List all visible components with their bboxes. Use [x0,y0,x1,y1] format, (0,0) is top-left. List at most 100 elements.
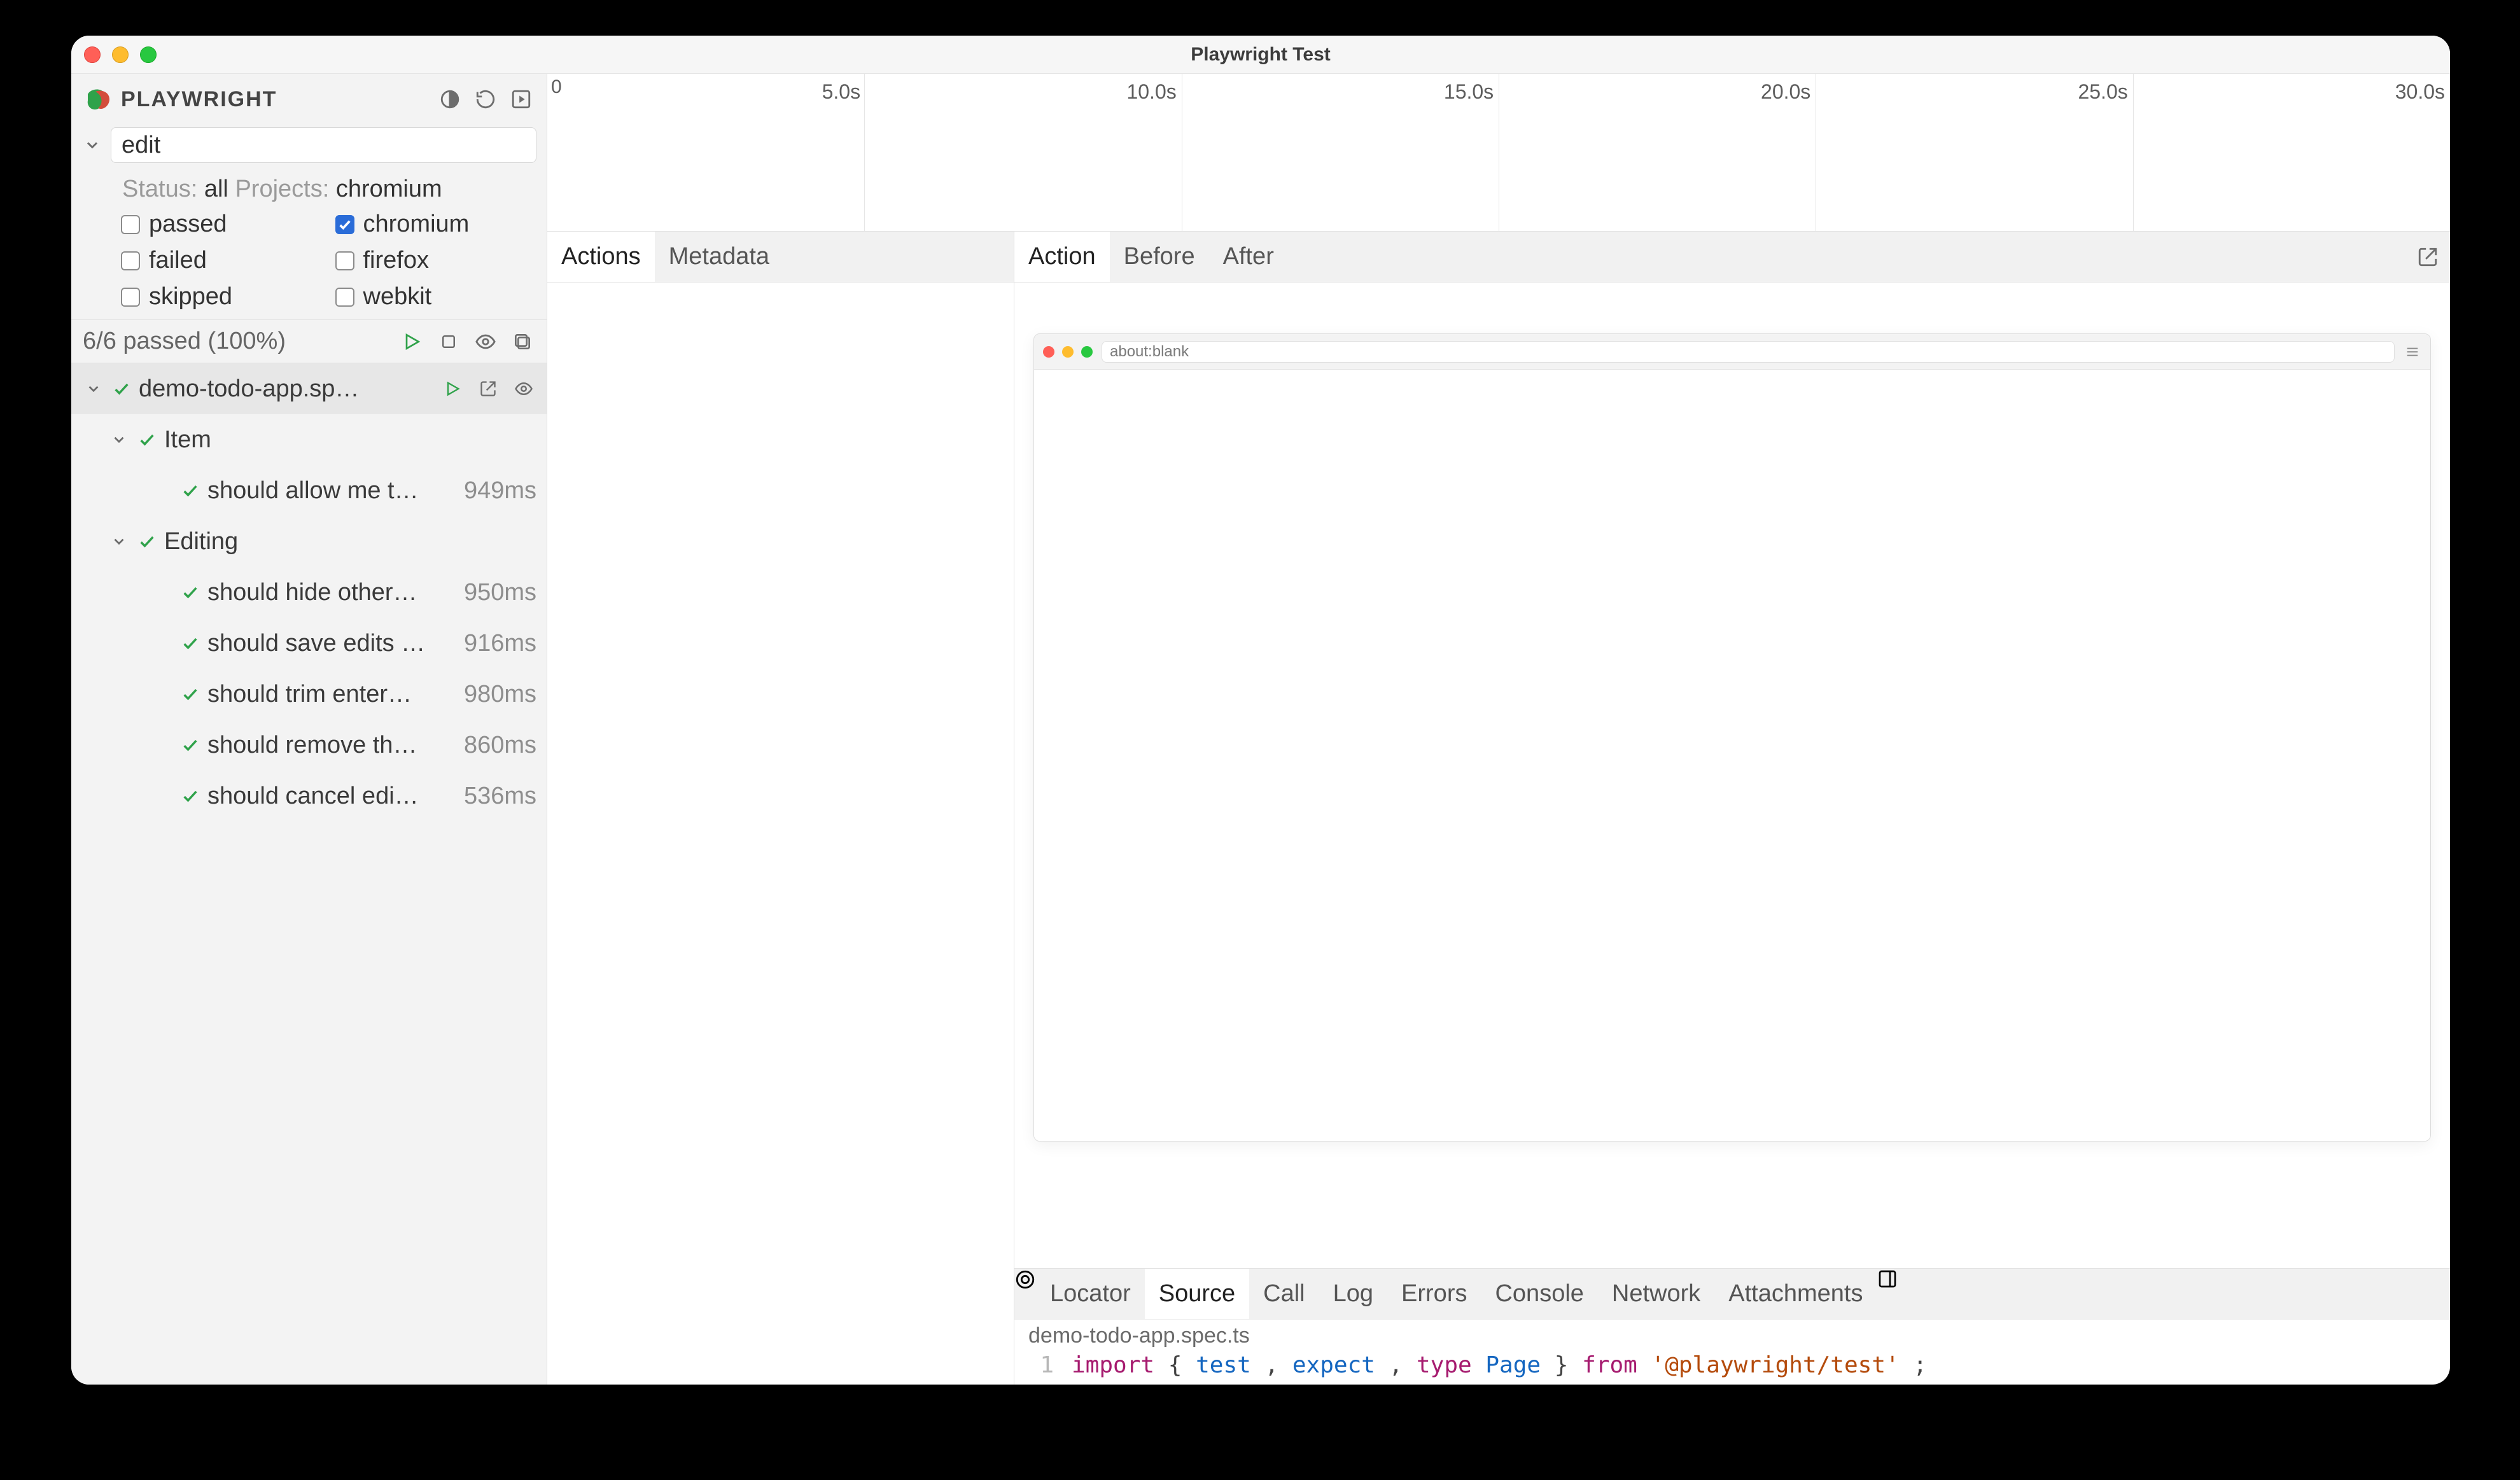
checkbox-icon [335,215,354,234]
run-all-icon[interactable] [399,329,424,354]
maximize-window-button[interactable] [140,46,157,63]
open-file-icon[interactable] [475,376,501,401]
status-pass-icon [181,634,200,653]
filter-skipped[interactable]: skipped [121,283,320,311]
projects-value[interactable]: chromium [336,176,442,202]
timeline[interactable]: 0 5.0s 10.0s 15.0s 20.0s 25.0s 30.0s [547,74,2450,232]
timeline-tick-label: 25.0s [2078,80,2127,104]
filter-chromium[interactable]: chromium [335,211,535,238]
checkbox-icon [335,288,354,307]
filter-webkit[interactable]: webkit [335,283,535,311]
projects-label: Projects: [235,176,329,202]
collapse-all-icon[interactable] [510,329,535,354]
watch-file-icon[interactable] [511,376,536,401]
tree-test-row[interactable]: should cancel edi… 536ms [71,771,547,821]
tree-test-time: 950ms [464,579,536,606]
tree-test-row[interactable]: should remove th… 860ms [71,720,547,771]
tree-test-row[interactable]: should trim enter… 980ms [71,669,547,720]
filter-passed[interactable]: passed [121,211,320,238]
tab-network[interactable]: Network [1598,1269,1714,1319]
tab-attachments[interactable]: Attachments [1714,1269,1877,1319]
browser-traffic-icon [1043,346,1093,358]
search-input[interactable] [111,127,536,163]
tree-test-time: 980ms [464,681,536,708]
tree-test-row[interactable]: should save edits … 916ms [71,618,547,669]
test-tree: demo-todo-app.sp… [71,363,547,1385]
stop-icon[interactable] [436,329,461,354]
close-window-button[interactable] [84,46,101,63]
tab-action[interactable]: Action [1014,232,1110,282]
run-config-icon[interactable] [508,87,534,112]
search-row [71,122,547,171]
tab-errors[interactable]: Errors [1387,1269,1481,1319]
app-window: Playwright Test PLAYWRIGHT [71,36,2450,1385]
tab-log[interactable]: Log [1319,1269,1387,1319]
tab-locator[interactable]: Locator [1036,1269,1145,1319]
filter-firefox[interactable]: firefox [335,247,535,274]
checkbox-icon [335,251,354,270]
tree-file-row[interactable]: demo-todo-app.sp… [71,363,547,414]
tree-test-time: 860ms [464,732,536,759]
tok: from [1582,1352,1637,1378]
tree-test-time: 949ms [464,477,536,505]
popout-icon[interactable] [2405,232,2450,282]
playwright-logo-icon [84,85,112,113]
timeline-tick-label: 0 [551,76,562,98]
tok: , [1389,1352,1403,1378]
tok: , [1265,1352,1279,1378]
status-pass-icon [112,379,131,398]
tree-test-time: 536ms [464,783,536,810]
sidebar: PLAYWRIGHT [71,74,547,1385]
filter-failed[interactable]: failed [121,247,320,274]
status-pass-icon [181,583,200,602]
status-label: Status: [122,176,197,202]
tab-source[interactable]: Source [1145,1269,1249,1319]
tok: test [1196,1352,1251,1378]
target-icon[interactable] [1014,1269,1036,1319]
tree-group-row[interactable]: Item [71,414,547,465]
source-line-number: 1 [1028,1352,1054,1378]
filter-label: passed [149,211,227,238]
summary-row: 6/6 passed (100%) [71,319,547,363]
tree-test-row[interactable]: should allow me t… 949ms [71,465,547,516]
minimize-window-button[interactable] [112,46,129,63]
status-value[interactable]: all [204,176,228,202]
browser-bar: about:blank [1034,334,2430,370]
tree-group-row[interactable]: Editing [71,516,547,567]
tree-test-row[interactable]: should hide other… 950ms [71,567,547,618]
main: 0 5.0s 10.0s 15.0s 20.0s 25.0s 30.0s Act… [547,74,2450,1385]
watch-icon[interactable] [473,329,498,354]
preview-area: about:blank [1014,283,2450,1268]
titlebar: Playwright Test [71,36,2450,74]
tab-after[interactable]: After [1209,232,1288,282]
filter-grid: passed chromium failed firefox [71,207,547,319]
browser-preview: about:blank [1033,333,2431,1141]
tab-console[interactable]: Console [1481,1269,1597,1319]
theme-toggle-icon[interactable] [437,87,463,112]
tab-actions[interactable]: Actions [547,232,655,282]
actions-list [547,283,1014,1385]
tree-group-label: Item [164,426,536,454]
status-pass-icon [181,736,200,755]
browser-body [1034,370,2430,1141]
sidebar-brand: PLAYWRIGHT [121,87,428,112]
chevron-down-icon [108,429,130,450]
status-pass-icon [181,786,200,806]
run-file-icon[interactable] [440,376,465,401]
tab-call[interactable]: Call [1249,1269,1319,1319]
tree-test-label: should trim enter… [207,681,456,708]
timeline-tick-label: 10.0s [1126,80,1176,104]
tab-metadata[interactable]: Metadata [655,232,783,282]
reload-icon[interactable] [473,87,498,112]
tab-before[interactable]: Before [1110,232,1209,282]
source-line: 1 import { test , expect , type Page [1014,1352,2450,1385]
tok: } [1555,1352,1569,1378]
chevron-down-icon [108,531,130,552]
tree-test-label: should allow me t… [207,477,456,505]
tok: type [1417,1352,1472,1378]
collapse-search-icon[interactable] [81,134,103,156]
tok: Page [1485,1352,1541,1378]
filter-label: skipped [149,283,232,311]
layout-toggle-icon[interactable] [1877,1269,1898,1319]
timeline-tick-label: 5.0s [822,80,860,104]
